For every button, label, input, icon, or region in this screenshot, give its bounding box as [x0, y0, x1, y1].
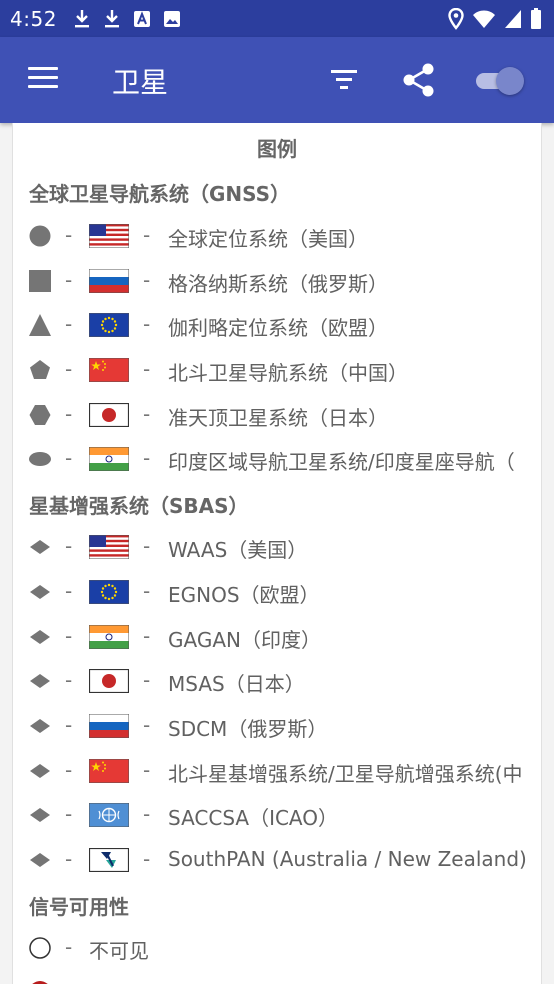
- share-icon[interactable]: [400, 61, 438, 99]
- image-notification-icon: [163, 10, 180, 27]
- sbas-section-title: 星基增强系统（SBAS）: [29, 494, 249, 518]
- legend-label: 伽利略定位系统（欧盟）: [168, 316, 388, 340]
- availability-section-title: 信号可用性: [29, 895, 129, 919]
- legend-row: - - 北斗卫星导航系统（中国）: [13, 350, 541, 390]
- legend-row: - - EGNOS（欧盟）: [13, 572, 541, 612]
- legend-row: - 不可见: [13, 928, 541, 968]
- icao-flag-icon: [89, 803, 129, 827]
- legend-row: - - 全球定位系统（美国）: [13, 216, 541, 256]
- text-notification-icon: [133, 10, 150, 27]
- legend-row: - - 准天顶卫星系统（日本）: [13, 395, 541, 435]
- partial-symbol-icon: [32, 981, 48, 984]
- eu-flag-icon: [89, 313, 129, 337]
- filter-icon[interactable]: [328, 65, 360, 95]
- legend-label: SDCM（俄罗斯）: [168, 717, 328, 741]
- legend-row: - - 印度区域导航卫星系统/印度星座导航（: [13, 439, 541, 479]
- legend-label: 印度区域导航卫星系统/印度星座导航（: [168, 450, 515, 474]
- legend-label: WAAS（美国）: [168, 538, 308, 562]
- legend-label: 全球定位系统（美国）: [168, 227, 368, 251]
- legend-label: SouthPAN (Australia / New Zealand): [168, 847, 527, 871]
- legend-label: 北斗卫星导航系统（中国）: [168, 361, 408, 385]
- diamond-icon: [30, 853, 50, 867]
- gnss-section-title: 全球卫星导航系统（GNSS）: [29, 182, 291, 206]
- legend-label: 格洛纳斯系统（俄罗斯）: [168, 272, 388, 296]
- toggle-switch[interactable]: [474, 65, 526, 95]
- japan-flag-icon: [89, 403, 129, 427]
- usa-flag-icon: [89, 535, 129, 559]
- russia-flag-icon: [89, 269, 129, 293]
- legend-label: SACCSA（ICAO）: [168, 806, 339, 830]
- legend-row: - - GAGAN（印度）: [13, 617, 541, 657]
- diamond-icon: [30, 719, 50, 733]
- pentagon-icon: [30, 360, 50, 379]
- southpan-flag-icon: [89, 848, 129, 872]
- menu-icon[interactable]: [28, 67, 60, 91]
- diamond-icon: [30, 674, 50, 688]
- status-time: 4:52: [10, 6, 57, 31]
- legend-row: - - WAAS（美国）: [13, 527, 541, 567]
- legend-title: 图例: [257, 137, 297, 161]
- china-flag-icon: [89, 759, 129, 783]
- wifi-icon: [473, 10, 495, 28]
- circle-icon: [29, 225, 51, 247]
- legend-row: - - 北斗星基增强系统/卫星导航增强系统(中: [13, 751, 541, 791]
- india-flag-icon: [89, 447, 129, 471]
- signal-icon: [505, 10, 521, 28]
- diamond-icon: [30, 630, 50, 644]
- diamond-icon: [30, 808, 50, 822]
- status-bar: 4:52: [0, 0, 554, 37]
- legend-row: - - SouthPAN (Australia / New Zealand): [13, 840, 541, 880]
- legend-card: 图例 全球卫星导航系统（GNSS） - - 全球定位系统（美国） - - 格洛纳…: [12, 123, 542, 984]
- legend-row: - - MSAS（日本）: [13, 661, 541, 701]
- legend-label: 准天顶卫星系统（日本）: [168, 406, 388, 430]
- location-icon: [448, 8, 464, 30]
- legend-label: 不可见: [89, 939, 149, 963]
- legend-row: - - SDCM（俄罗斯）: [13, 706, 541, 746]
- russia-flag-icon: [89, 714, 129, 738]
- usa-flag-icon: [89, 224, 129, 248]
- legend-label: GAGAN（印度）: [168, 628, 321, 652]
- japan-flag-icon: [89, 669, 129, 693]
- eu-flag-icon: [89, 580, 129, 604]
- legend-label: 北斗星基增强系统/卫星导航增强系统(中: [168, 762, 523, 786]
- diamond-icon: [30, 540, 50, 554]
- app-bar: 卫星: [0, 37, 554, 123]
- china-flag-icon: [89, 358, 129, 382]
- triangle-icon: [29, 314, 51, 336]
- legend-row: - - SACCSA（ICAO）: [13, 795, 541, 835]
- app-title: 卫星: [112, 66, 169, 99]
- battery-icon: [531, 8, 541, 29]
- circle-outline-icon: [29, 937, 51, 959]
- legend-row: - - 伽利略定位系统（欧盟）: [13, 305, 541, 345]
- download-icon: [104, 9, 119, 27]
- legend-row: - - 格洛纳斯系统（俄罗斯）: [13, 261, 541, 301]
- legend-label: MSAS（日本）: [168, 672, 305, 696]
- square-icon: [29, 270, 51, 292]
- ellipse-icon: [29, 452, 51, 466]
- download-icon: [74, 9, 89, 27]
- hexagon-icon: [29, 405, 51, 425]
- india-flag-icon: [89, 625, 129, 649]
- diamond-icon: [30, 764, 50, 778]
- legend-label: EGNOS（欧盟）: [168, 583, 320, 607]
- diamond-icon: [30, 585, 50, 599]
